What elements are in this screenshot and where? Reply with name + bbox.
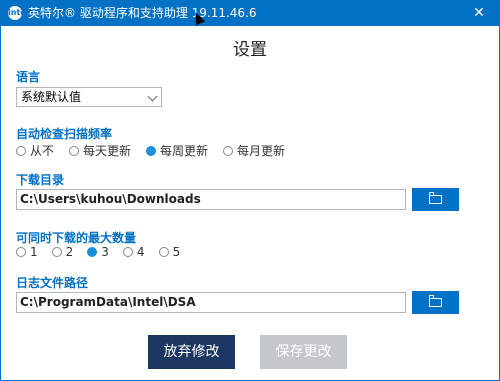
page-title: 设置	[233, 40, 267, 60]
radio-label: 每天更新	[83, 144, 132, 158]
radio-circle-checked[interactable]	[146, 145, 157, 156]
radio-circle[interactable]	[51, 247, 62, 257]
radio-label: 4	[136, 245, 145, 259]
download-dir-browse-button[interactable]	[412, 188, 459, 211]
radio-max-1[interactable]: 1	[16, 245, 38, 259]
max-downloads-label: 可同时下载的最大数量	[16, 231, 137, 245]
radio-circle[interactable]	[122, 247, 133, 257]
discard-changes-button[interactable]: 放弃修改	[148, 335, 235, 369]
radio-circle[interactable]	[223, 145, 234, 156]
download-dir-label: 下载目录	[16, 173, 65, 187]
log-path-field[interactable]: C:\ProgramData\Intel\DSA	[16, 292, 406, 313]
radio-circle-checked[interactable]	[87, 247, 98, 257]
folder-icon	[428, 192, 442, 204]
radio-label: 1	[30, 245, 38, 259]
title-bar: intel 英特尔® 驱动程序和支持助理 19.11.46.6 ✕	[1, 1, 499, 26]
log-path-label: 日志文件路径	[16, 276, 89, 290]
max-downloads-radio-group: 1 2 3 4 5	[16, 245, 180, 259]
save-changes-button[interactable]: 保存更改	[260, 335, 347, 369]
radio-daily[interactable]: 每天更新	[69, 142, 131, 159]
radio-label: 每周更新	[160, 144, 209, 158]
radio-label: 3	[101, 245, 109, 259]
download-dir-field[interactable]: C:\Users\kuhou\Downloads	[16, 189, 406, 210]
scan-frequency-radio-group: 从不 每天更新 每周更新 每月更新	[16, 142, 285, 159]
close-button[interactable]: ✕	[459, 1, 499, 26]
radio-max-3[interactable]: 3	[87, 245, 109, 259]
radio-never[interactable]: 从不	[16, 142, 54, 159]
scan-frequency-label: 自动检查扫描频率	[16, 127, 113, 141]
radio-max-5[interactable]: 5	[158, 245, 181, 259]
settings-window: intel 英特尔® 驱动程序和支持助理 19.11.46.6 ✕ 设置 语言 …	[0, 0, 500, 381]
log-path-browse-button[interactable]	[412, 291, 459, 314]
radio-circle[interactable]	[16, 145, 26, 156]
language-select-value: 系统默认值	[21, 90, 82, 104]
language-select[interactable]: 系统默认值	[16, 87, 162, 107]
intel-logo-icon: intel	[8, 6, 28, 20]
radio-label: 从不	[30, 144, 55, 158]
radio-max-4[interactable]: 4	[122, 245, 145, 259]
chevron-down-icon	[147, 91, 158, 102]
language-label: 语言	[16, 70, 41, 84]
folder-icon	[428, 295, 442, 307]
radio-max-2[interactable]: 2	[51, 245, 74, 259]
radio-circle[interactable]	[158, 247, 169, 257]
window-title: 英特尔® 驱动程序和支持助理 19.11.46.6	[28, 6, 257, 20]
radio-weekly[interactable]: 每周更新	[146, 142, 208, 159]
radio-label: 5	[172, 245, 181, 259]
radio-monthly[interactable]: 每月更新	[223, 142, 285, 159]
radio-circle[interactable]	[16, 247, 26, 257]
radio-label: 每月更新	[237, 144, 286, 158]
radio-label: 2	[65, 245, 74, 259]
radio-circle[interactable]	[69, 145, 80, 156]
